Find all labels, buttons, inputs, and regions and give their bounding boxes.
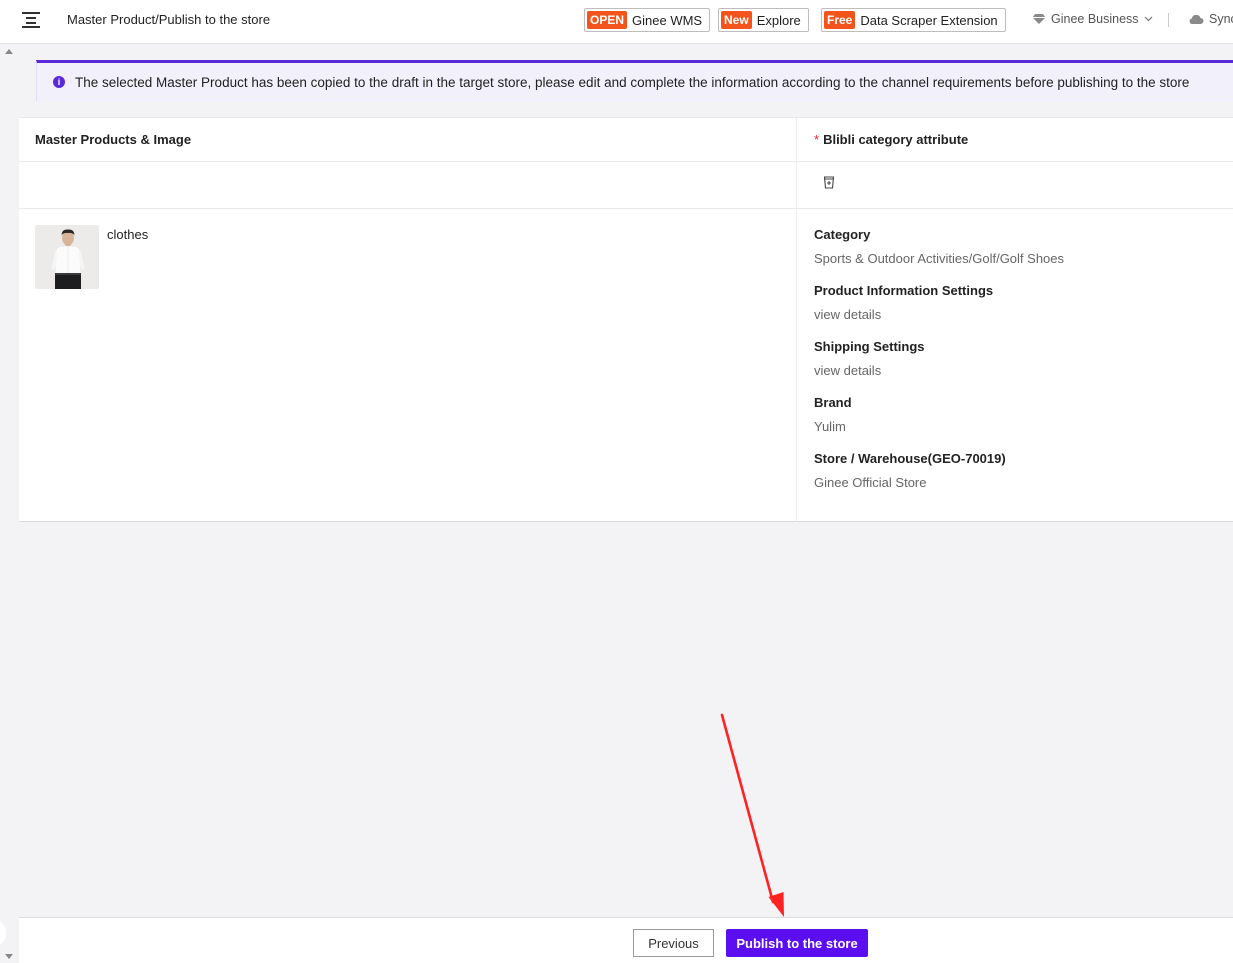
previous-button[interactable]: Previous (633, 929, 714, 957)
attribute-category: Category Sports & Outdoor Activities/Gol… (814, 227, 1064, 266)
business-menu[interactable]: Ginee Business (1032, 12, 1153, 26)
scrollbar[interactable] (0, 44, 18, 963)
scroll-up-arrow-icon[interactable] (5, 49, 13, 54)
divider (1168, 13, 1169, 27)
required-mark: * (814, 132, 820, 147)
attribute-value: Sports & Outdoor Activities/Golf/Golf Sh… (814, 251, 1065, 266)
view-details-link[interactable]: view details (814, 363, 925, 378)
footer-bar: Previous Publish to the store (19, 917, 1233, 963)
chevron-down-icon (1144, 16, 1152, 22)
product-image (35, 225, 99, 289)
sync-label: Sync (1209, 12, 1233, 26)
attribute-store-warehouse: Store / Warehouse(GEO-70019) Ginee Offic… (814, 451, 1006, 490)
column-header-label: Blibli category attribute (823, 132, 969, 147)
bulk-edit-icon[interactable] (823, 176, 835, 189)
attribute-product-info: Product Information Settings view detail… (814, 283, 993, 322)
promo-label: Explore (756, 12, 801, 28)
info-icon: i (53, 76, 65, 88)
diamond-icon (1032, 14, 1046, 24)
table-tool-row (19, 162, 1233, 209)
publish-table: Master Products & Image * Blibli category… (19, 117, 1233, 522)
attribute-label: Product Information Settings (814, 283, 994, 298)
promo-explore[interactable]: New Explore (718, 8, 809, 32)
attribute-value: Ginee Official Store (814, 475, 927, 490)
promo-data-scraper[interactable]: Free Data Scraper Extension (821, 8, 1006, 32)
menu-toggle-icon[interactable] (22, 12, 40, 28)
column-divider (796, 118, 797, 522)
attribute-value: Yulim (814, 419, 846, 434)
column-header-master-products: Master Products & Image (35, 132, 192, 147)
product-thumbnail[interactable] (35, 225, 99, 289)
promo-label: Data Scraper Extension (860, 12, 998, 28)
sync-button[interactable]: Sync (1188, 12, 1233, 26)
breadcrumb: Master Product/Publish to the store (67, 12, 271, 27)
cloud-sync-icon (1189, 14, 1204, 24)
promo-tag: OPEN (587, 11, 628, 29)
attribute-shipping: Shipping Settings view details (814, 339, 925, 378)
column-header-blibli-attribute: * Blibli category attribute (814, 132, 968, 147)
business-label: Ginee Business (1051, 12, 1139, 26)
table-header-row (19, 118, 1233, 162)
top-bar: Master Product/Publish to the store OPEN… (0, 0, 1233, 44)
attribute-label: Shipping Settings (814, 339, 925, 354)
promo-label: Ginee WMS (632, 12, 703, 28)
publish-to-store-button[interactable]: Publish to the store (726, 929, 868, 957)
promo-tag: Free (824, 11, 856, 29)
view-details-link[interactable]: view details (814, 307, 993, 322)
info-notice: i The selected Master Product has been c… (36, 60, 1233, 101)
attribute-label: Category (814, 227, 871, 242)
floating-handle[interactable] (0, 920, 6, 946)
attribute-label: Store / Warehouse(GEO-70019) (814, 451, 1006, 466)
attribute-brand: Brand Yulim (814, 395, 852, 434)
scroll-down-arrow-icon[interactable] (5, 954, 13, 959)
promo-ginee-wms[interactable]: OPEN Ginee WMS (584, 8, 711, 32)
attribute-label: Brand (814, 395, 852, 410)
notice-text: The selected Master Product has been cop… (75, 74, 1190, 90)
promo-tag: New (721, 11, 752, 29)
product-name: clothes (107, 227, 149, 242)
